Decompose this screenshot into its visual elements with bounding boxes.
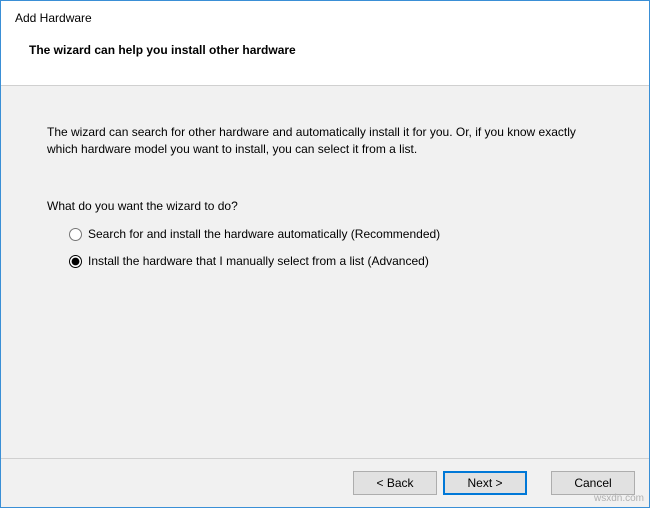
option-label-search-automatic[interactable]: Search for and install the hardware auto… bbox=[88, 226, 440, 243]
wizard-subtitle: The wizard can help you install other ha… bbox=[29, 43, 635, 57]
wizard-options: Search for and install the hardware auto… bbox=[69, 226, 603, 270]
cancel-button[interactable]: Cancel bbox=[551, 471, 635, 495]
option-search-automatic[interactable]: Search for and install the hardware auto… bbox=[69, 226, 603, 243]
next-button[interactable]: Next > bbox=[443, 471, 527, 495]
radio-search-automatic[interactable] bbox=[69, 228, 82, 241]
add-hardware-wizard-window: Add Hardware The wizard can help you ins… bbox=[0, 0, 650, 508]
option-manual-select[interactable]: Install the hardware that I manually sel… bbox=[69, 253, 603, 270]
option-label-manual-select[interactable]: Install the hardware that I manually sel… bbox=[88, 253, 429, 270]
radio-manual-select[interactable] bbox=[69, 255, 82, 268]
window-title: Add Hardware bbox=[15, 11, 635, 25]
back-button[interactable]: < Back bbox=[353, 471, 437, 495]
wizard-footer: < Back Next > Cancel bbox=[1, 458, 649, 507]
wizard-question: What do you want the wizard to do? bbox=[47, 198, 603, 215]
wizard-content: The wizard can search for other hardware… bbox=[1, 86, 649, 458]
wizard-description: The wizard can search for other hardware… bbox=[47, 124, 603, 158]
wizard-header: Add Hardware The wizard can help you ins… bbox=[1, 1, 649, 86]
